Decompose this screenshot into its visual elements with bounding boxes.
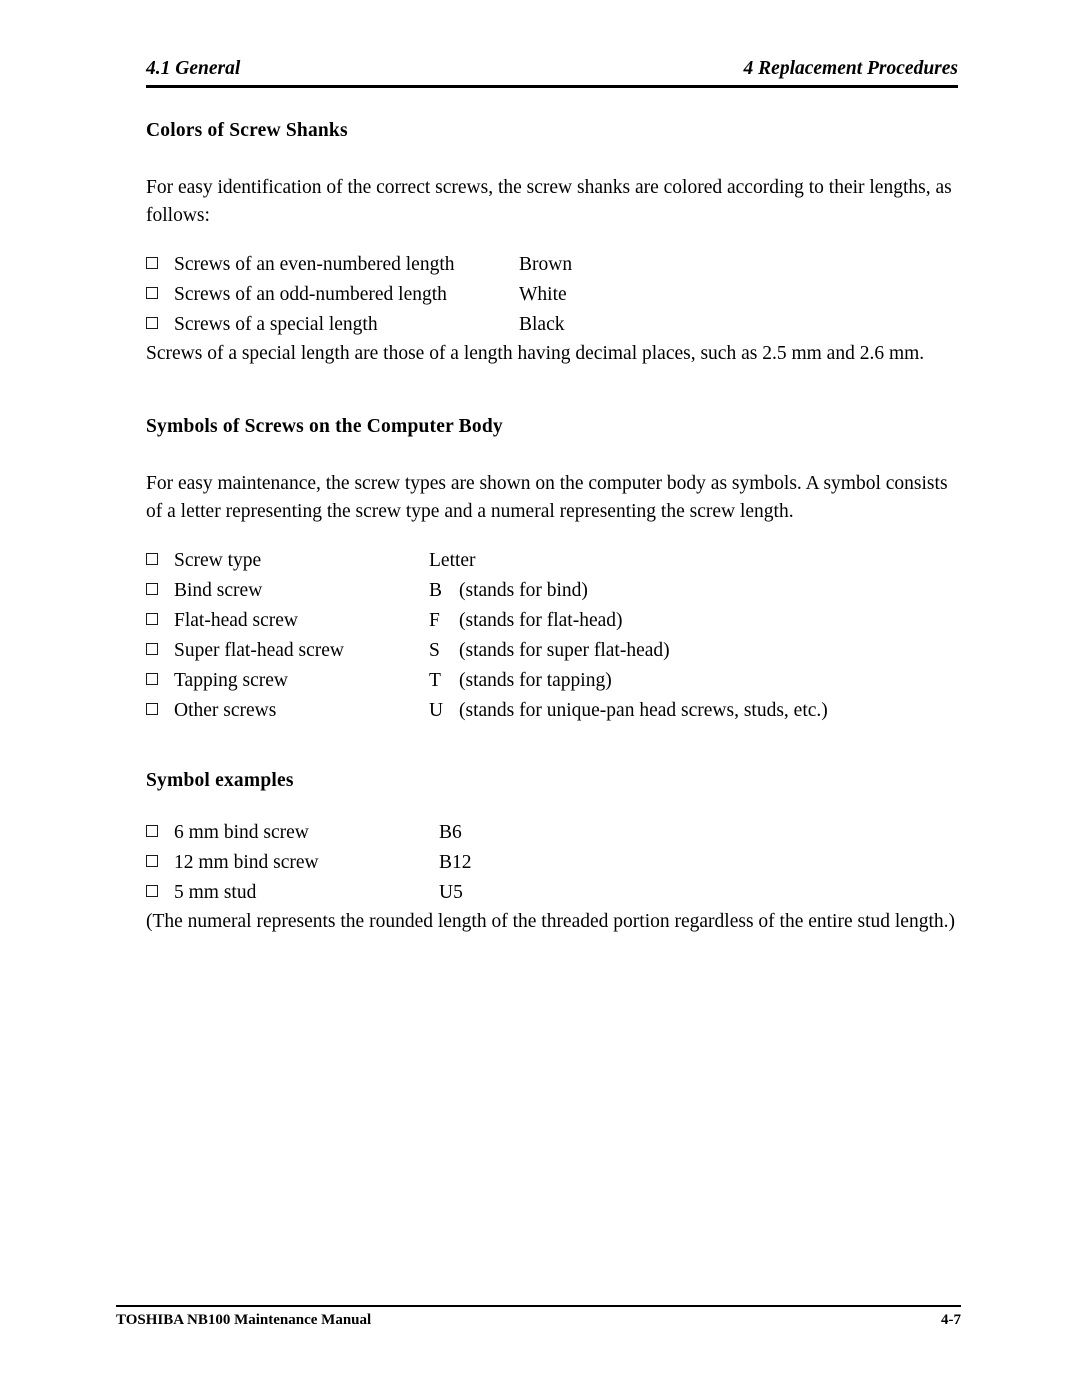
page-header: 4.1 General 4 Replacement Procedures xyxy=(146,58,958,80)
list-item-letter: S xyxy=(429,640,440,661)
section-intro-colors: For easy identification of the correct s… xyxy=(146,177,952,226)
list-item-label: 6 mm bind screw xyxy=(174,822,309,843)
checkbox-bullet-icon xyxy=(146,673,158,685)
list-item: Screw type Letter xyxy=(146,546,966,576)
list-item-label: Bind screw xyxy=(174,580,263,601)
list-item-description: (stands for tapping) xyxy=(459,670,612,691)
list-symbol-examples: 6 mm bind screw B6 12 mm bind screw B12 … xyxy=(146,818,966,908)
list-item-label: Tapping screw xyxy=(174,670,288,691)
checkbox-bullet-icon xyxy=(146,643,158,655)
document-page: 4.1 General 4 Replacement Procedures Col… xyxy=(0,0,1080,1397)
checkbox-bullet-icon xyxy=(146,885,158,897)
note-special-length: Screws of a special length are those of … xyxy=(146,343,925,364)
list-item: Screws of an odd-numbered length White xyxy=(146,280,966,310)
page-content: Colors of Screw Shanks For easy identifi… xyxy=(146,120,966,936)
footer-divider xyxy=(116,1305,961,1307)
list-item: 6 mm bind screw B6 xyxy=(146,818,966,848)
checkbox-bullet-icon xyxy=(146,613,158,625)
list-item-label: Screws of an odd-numbered length xyxy=(174,284,447,305)
note-symbol-examples: (The numeral represents the rounded leng… xyxy=(146,911,955,932)
list-item-description: (stands for flat-head) xyxy=(459,610,623,631)
header-chapter-label: 4 Replacement Procedures xyxy=(743,58,958,79)
list-item-letter: U xyxy=(429,700,444,721)
list-item-value: B6 xyxy=(439,822,462,843)
section-title-symbol-examples: Symbol examples xyxy=(146,770,294,791)
list-item-label: Super flat-head screw xyxy=(174,640,345,661)
checkbox-bullet-icon xyxy=(146,287,158,299)
list-item-value: B12 xyxy=(439,852,472,873)
list-item-value: Brown xyxy=(519,254,573,275)
list-item-label: 12 mm bind screw xyxy=(174,852,319,873)
list-item-description: (stands for super flat-head) xyxy=(459,640,670,661)
list-item: 5 mm stud U5 xyxy=(146,878,966,908)
list-item-letter: Letter xyxy=(429,550,476,571)
checkbox-bullet-icon xyxy=(146,257,158,269)
list-screw-shank-colors: Screws of an even-numbered length Brown … xyxy=(146,250,966,340)
checkbox-bullet-icon xyxy=(146,855,158,867)
checkbox-bullet-icon xyxy=(146,553,158,565)
list-screw-symbols: Screw type Letter Bind screw B (stands f… xyxy=(146,546,966,726)
list-item-value: White xyxy=(519,284,567,305)
footer-manual-title: TOSHIBA NB100 Maintenance Manual xyxy=(116,1312,372,1328)
list-item-label: 5 mm stud xyxy=(174,882,257,903)
list-item-label: Screw type xyxy=(174,550,262,571)
section-title-colors-of-screw-shanks: Colors of Screw Shanks xyxy=(146,120,348,141)
header-section-label: 4.1 General xyxy=(146,58,241,79)
checkbox-bullet-icon xyxy=(146,703,158,715)
list-item-letter: B xyxy=(429,580,443,601)
list-item-description: (stands for unique-pan head screws, stud… xyxy=(459,700,828,721)
list-item: 12 mm bind screw B12 xyxy=(146,848,966,878)
list-item-value: U5 xyxy=(439,882,463,903)
checkbox-bullet-icon xyxy=(146,583,158,595)
list-item-label: Screws of an even-numbered length xyxy=(174,254,455,275)
list-item-label: Other screws xyxy=(174,700,277,721)
list-item-value: Black xyxy=(519,314,565,335)
list-item-letter: F xyxy=(429,610,440,631)
list-item: Super flat-head screw S (stands for supe… xyxy=(146,636,966,666)
list-item: Other screws U (stands for unique-pan he… xyxy=(146,696,966,726)
page-footer: TOSHIBA NB100 Maintenance Manual 4-7 xyxy=(116,1312,961,1329)
list-item-letter: T xyxy=(429,670,441,691)
checkbox-bullet-icon xyxy=(146,317,158,329)
list-item: Bind screw B (stands for bind) xyxy=(146,576,966,606)
list-item: Flat-head screw F (stands for flat-head) xyxy=(146,606,966,636)
list-item: Screws of an even-numbered length Brown xyxy=(146,250,966,280)
list-item: Screws of a special length Black xyxy=(146,310,966,340)
section-title-symbols-of-screws: Symbols of Screws on the Computer Body xyxy=(146,416,503,437)
list-item-label: Screws of a special length xyxy=(174,314,378,335)
checkbox-bullet-icon xyxy=(146,825,158,837)
section-intro-symbols: For easy maintenance, the screw types ar… xyxy=(146,473,948,522)
list-item-description: (stands for bind) xyxy=(459,580,588,601)
list-item-label: Flat-head screw xyxy=(174,610,298,631)
header-divider xyxy=(146,85,958,88)
footer-page-number: 4-7 xyxy=(941,1312,961,1328)
list-item: Tapping screw T (stands for tapping) xyxy=(146,666,966,696)
